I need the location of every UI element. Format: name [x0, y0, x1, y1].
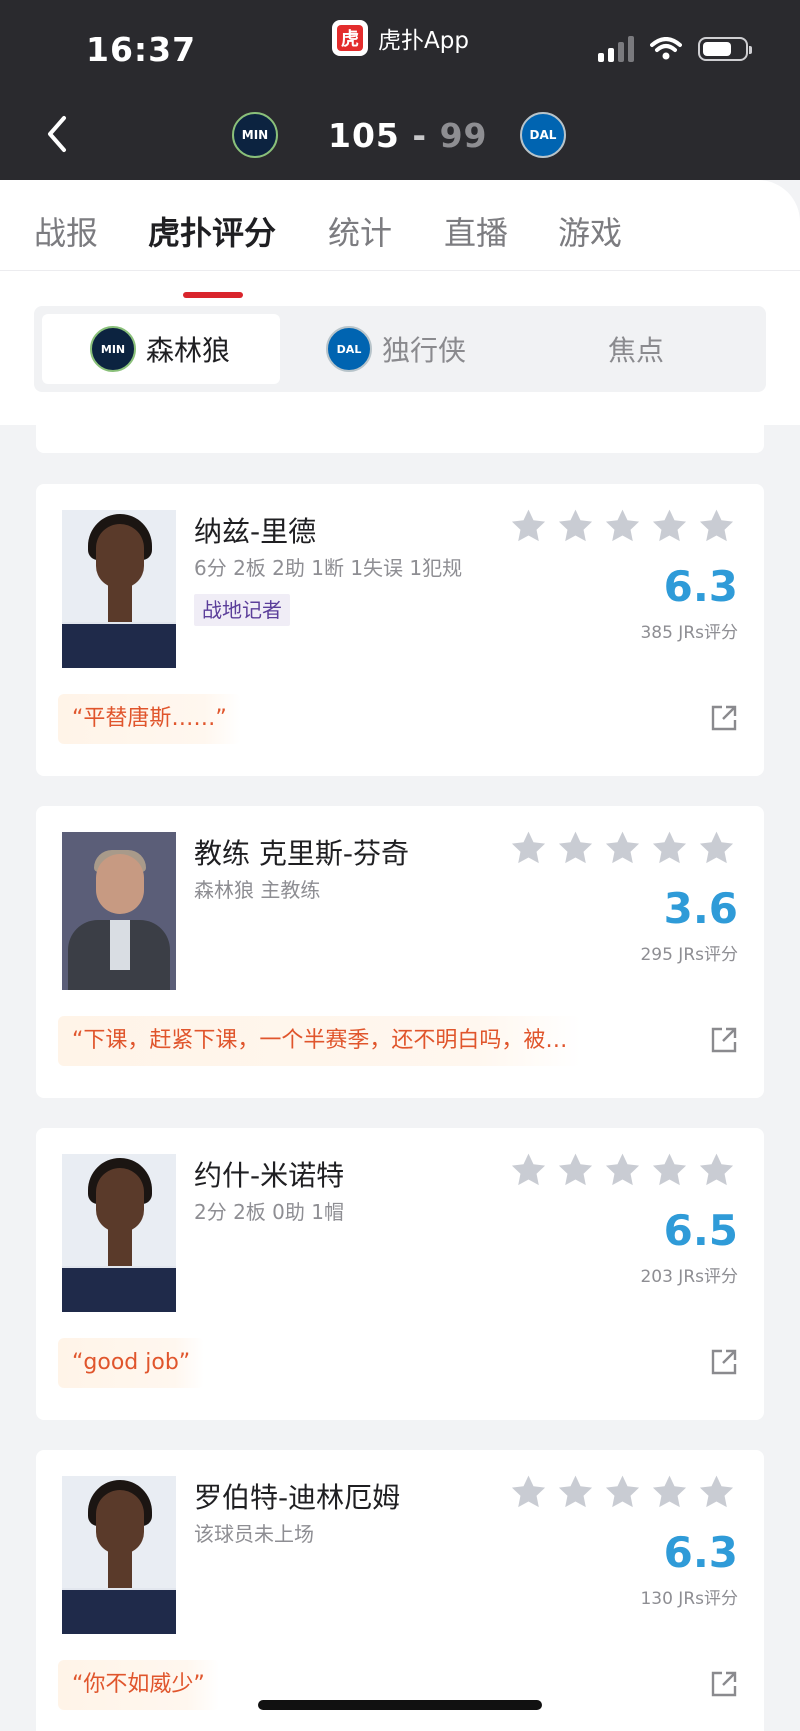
segment-focus[interactable]: 焦点: [608, 314, 664, 384]
app-badge: 虎 虎扑App: [332, 20, 469, 56]
tabs-sheet: 战报 虎扑评分 统计 直播 游戏 MIN 森林狼 DAL 独行侠 焦点: [0, 180, 800, 425]
star-icon[interactable]: [697, 508, 736, 545]
battery-icon: [698, 37, 752, 61]
player-stats: 森林狼 主教练: [194, 878, 321, 902]
star-icon[interactable]: [650, 830, 689, 867]
player-score: 6.3: [663, 562, 738, 611]
segment-mavericks[interactable]: DAL 独行侠: [326, 314, 466, 384]
player-card[interactable]: 罗伯特-迪林厄姆 该球员未上场 6.3 130 JRs评分 “你不如威少”: [36, 1450, 764, 1731]
vote-count: 385 JRs评分: [640, 623, 738, 643]
star-icon[interactable]: [650, 508, 689, 545]
rating-stars[interactable]: [509, 1152, 736, 1189]
star-icon[interactable]: [603, 830, 642, 867]
tab-report[interactable]: 战报: [34, 208, 98, 254]
segment-label: 焦点: [608, 334, 665, 367]
top-comment[interactable]: “你不如威少”: [58, 1660, 219, 1710]
star-icon[interactable]: [603, 508, 642, 545]
player-name: 纳兹-里德: [194, 515, 317, 548]
status-time: 16:37: [86, 30, 197, 69]
tab-rating[interactable]: 虎扑评分: [148, 208, 276, 254]
top-bar: 16:37 虎 虎扑App MIN 105 - 99 DAL: [0, 0, 800, 180]
home-indicator[interactable]: [258, 1700, 542, 1710]
player-card[interactable]: 约什-米诺特 2分 2板 0助 1帽 6.5 203 JRs评分 “good j…: [36, 1128, 764, 1420]
star-icon[interactable]: [697, 1474, 736, 1511]
cellular-signal-icon: [598, 36, 634, 62]
status-icons: [598, 36, 752, 62]
player-card[interactable]: 纳兹-里德 6分 2板 2助 1断 1失误 1犯规 战地记者 6.3 385 J…: [36, 484, 764, 776]
coach-avatar: [62, 832, 176, 990]
tab-stats[interactable]: 统计: [328, 208, 392, 254]
player-name: 罗伯特-迪林厄姆: [194, 1481, 401, 1514]
player-score: 3.6: [663, 884, 738, 933]
active-tab-indicator: [183, 292, 243, 298]
player-score: 6.3: [663, 1528, 738, 1577]
tabs-divider: [0, 270, 800, 271]
top-comment[interactable]: “good job”: [58, 1338, 205, 1388]
star-icon[interactable]: [556, 1152, 595, 1189]
segment-label: 独行侠: [382, 334, 467, 367]
back-arrow-icon[interactable]: [38, 112, 78, 156]
main-tabs: 战报 虎扑评分 统计 直播 游戏: [0, 208, 800, 298]
player-stats: 6分 2板 2助 1断 1失误 1犯规: [194, 556, 463, 580]
rating-stars[interactable]: [509, 830, 736, 867]
star-icon[interactable]: [603, 1152, 642, 1189]
star-icon[interactable]: [697, 830, 736, 867]
away-team-logo: DAL: [520, 112, 566, 158]
star-icon[interactable]: [650, 1152, 689, 1189]
timberwolves-logo-icon: MIN: [90, 326, 136, 372]
star-icon[interactable]: [650, 1474, 689, 1511]
player-name: 约什-米诺特: [194, 1159, 345, 1192]
star-icon[interactable]: [697, 1152, 736, 1189]
tab-live[interactable]: 直播: [444, 208, 508, 254]
tab-games[interactable]: 游戏: [558, 208, 622, 254]
home-team-logo: MIN: [232, 112, 278, 158]
vote-count: 130 JRs评分: [640, 1589, 738, 1609]
app-name: 虎扑App: [378, 28, 469, 54]
segment-label: 森林狼: [146, 334, 231, 367]
wifi-icon: [650, 37, 682, 60]
segment-timberwolves[interactable]: MIN 森林狼: [42, 314, 280, 384]
star-icon[interactable]: [509, 508, 548, 545]
star-icon[interactable]: [509, 1474, 548, 1511]
player-stats: 该球员未上场: [194, 1522, 314, 1546]
top-comment[interactable]: “平替唐斯……”: [58, 694, 241, 744]
home-score: 105: [328, 116, 400, 155]
share-icon[interactable]: [710, 1348, 738, 1376]
top-comment[interactable]: “下课，赶紧下课，一个半赛季，还不明白吗，被…: [58, 1016, 582, 1066]
vote-count: 203 JRs评分: [640, 1267, 738, 1287]
away-score: 99: [439, 116, 488, 155]
previous-card-bottom: [36, 425, 764, 453]
player-score: 6.5: [663, 1206, 738, 1255]
star-icon[interactable]: [509, 830, 548, 867]
coach-card[interactable]: 教练 克里斯-芬奇 森林狼 主教练 3.6 295 JRs评分 “下课，赶紧下课…: [36, 806, 764, 1098]
hupu-logo-icon: 虎: [332, 20, 368, 56]
mavericks-logo-icon: DAL: [326, 326, 372, 372]
star-icon[interactable]: [603, 1474, 642, 1511]
player-avatar: [62, 510, 176, 668]
reporter-badge: 战地记者: [194, 594, 290, 626]
score-separator: -: [412, 116, 428, 155]
star-icon[interactable]: [509, 1152, 548, 1189]
star-icon[interactable]: [556, 508, 595, 545]
rating-stars[interactable]: [509, 1474, 736, 1511]
game-score: 105 - 99: [328, 116, 488, 155]
player-avatar: [62, 1154, 176, 1312]
vote-count: 295 JRs评分: [640, 945, 738, 965]
player-name: 教练 克里斯-芬奇: [194, 837, 410, 870]
player-stats: 2分 2板 0助 1帽: [194, 1200, 344, 1224]
share-icon[interactable]: [710, 704, 738, 732]
star-icon[interactable]: [556, 830, 595, 867]
share-icon[interactable]: [710, 1670, 738, 1698]
share-icon[interactable]: [710, 1026, 738, 1054]
star-icon[interactable]: [556, 1474, 595, 1511]
rating-stars[interactable]: [509, 508, 736, 545]
player-avatar: [62, 1476, 176, 1634]
team-segment-control: MIN 森林狼 DAL 独行侠 焦点: [34, 306, 766, 392]
